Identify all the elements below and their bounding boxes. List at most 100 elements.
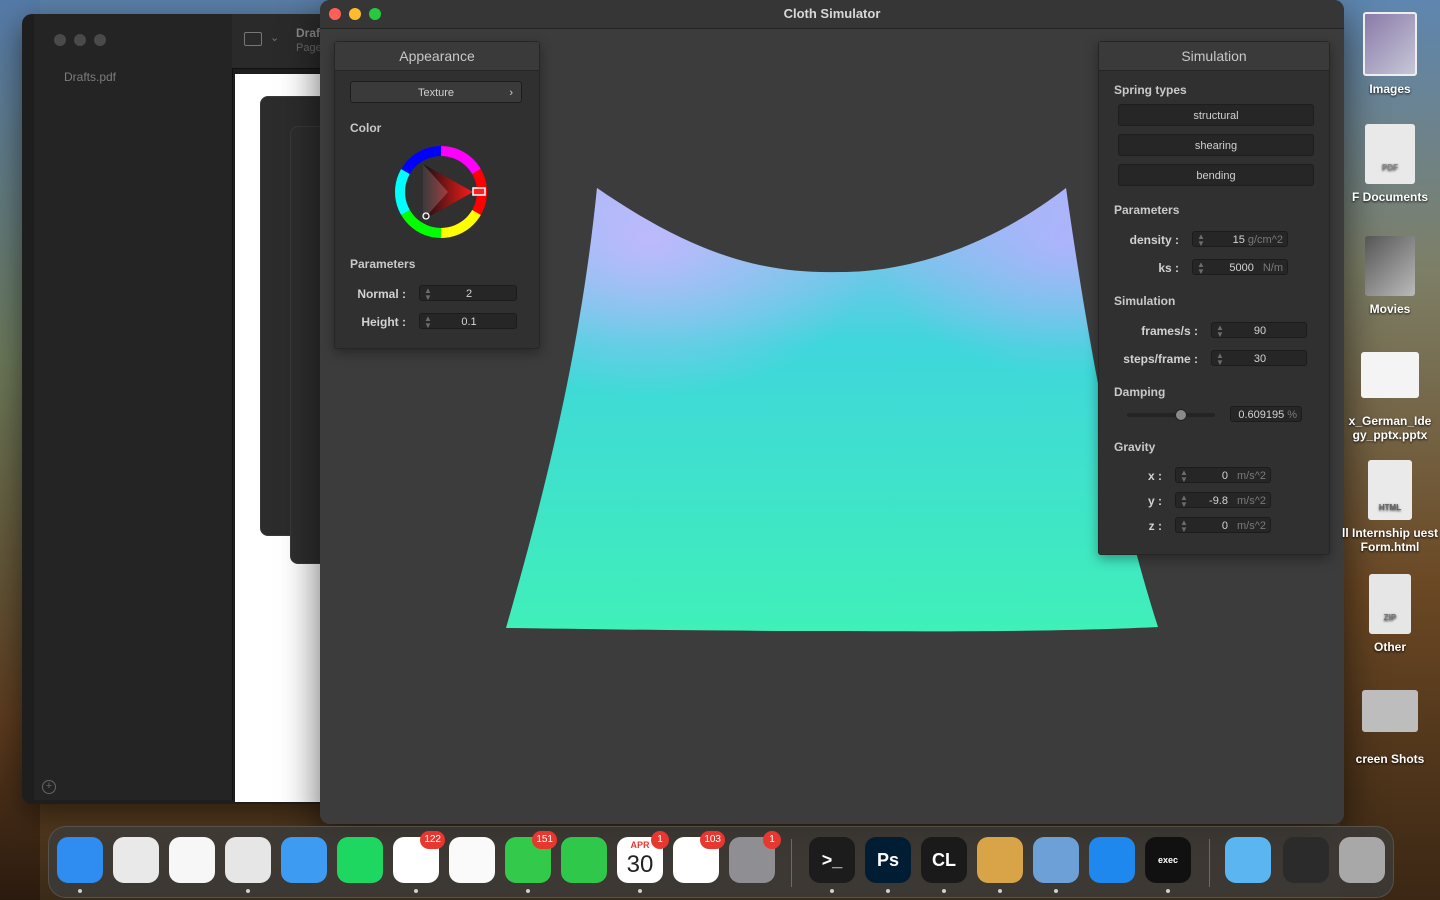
- photoshop-icon[interactable]: Ps: [865, 837, 911, 893]
- stepper-icon[interactable]: ▲ ▼: [1197, 233, 1205, 248]
- folder-icon[interactable]: [1225, 837, 1271, 883]
- steps-per-frame-label: steps/frame :: [1123, 352, 1198, 366]
- normal-label: Normal :: [357, 287, 406, 301]
- ks-value: 5000: [1229, 262, 1254, 274]
- exec-icon[interactable]: exec: [1145, 837, 1191, 893]
- add-icon[interactable]: +: [42, 780, 56, 794]
- color-wheel[interactable]: [393, 144, 489, 240]
- title-bar[interactable]: Cloth Simulator: [320, 0, 1344, 29]
- gravity-y-input[interactable]: ▲ ▼ -9.8 m/s^2: [1175, 492, 1271, 509]
- spring-bending-button[interactable]: bending: [1118, 164, 1314, 186]
- stepper-icon[interactable]: ▲ ▼: [1180, 494, 1188, 509]
- height-value: 0.1: [461, 316, 477, 328]
- density-label: density :: [1129, 233, 1179, 247]
- appearance-parameters-label: Parameters: [350, 257, 416, 271]
- render-viewport[interactable]: Appearance Texture › Color Parameters No…: [320, 29, 1344, 824]
- damping-slider-track[interactable]: [1127, 413, 1215, 417]
- stepper-icon[interactable]: ▲ ▼: [1180, 519, 1188, 534]
- spring-structural-button[interactable]: structural: [1118, 104, 1314, 126]
- freeform-icon[interactable]: [169, 837, 215, 883]
- slack-icon[interactable]: 122: [393, 831, 445, 893]
- desktop-icon-label: Movies: [1369, 302, 1411, 316]
- desktop-icon-pptx[interactable]: x_German_Ide gy_pptx.pptx: [1340, 352, 1440, 442]
- dock-separator: [791, 839, 792, 887]
- launchpad-icon[interactable]: [113, 837, 159, 883]
- running-indicator: [1054, 889, 1058, 893]
- frames-per-second-label: frames/s :: [1141, 324, 1198, 338]
- desktop-icon-screenshots[interactable]: creen Shots: [1340, 690, 1440, 766]
- finder-icon[interactable]: [57, 837, 103, 893]
- frames-per-second-value: 90: [1253, 325, 1267, 337]
- simulation-section-label: Simulation: [1114, 294, 1176, 308]
- ks-input[interactable]: ▲ ▼ 5000 N/m: [1192, 259, 1288, 276]
- frames-per-second-input[interactable]: ▲ ▼ 90: [1211, 322, 1307, 339]
- safari-icon[interactable]: [1089, 837, 1135, 883]
- cyberduck-icon[interactable]: [977, 837, 1023, 893]
- clion-icon[interactable]: CL: [921, 837, 967, 893]
- desktop-icon-label: x_German_Ide gy_pptx.pptx: [1348, 414, 1432, 442]
- reminders-icon[interactable]: 103: [673, 831, 725, 883]
- mail-icon[interactable]: [281, 837, 327, 883]
- running-indicator: [886, 889, 890, 893]
- desktop-icon-html[interactable]: HTML ll Internship uest Form.html: [1340, 460, 1440, 554]
- calendar-icon[interactable]: APR 30 1: [617, 831, 669, 893]
- gravity-x-input[interactable]: ▲ ▼ 0 m/s^2: [1175, 467, 1271, 484]
- movie-stack-icon: [1365, 236, 1415, 296]
- spring-shearing-button[interactable]: shearing: [1118, 134, 1314, 156]
- trash-icon[interactable]: [1339, 837, 1385, 883]
- running-indicator: [414, 889, 418, 893]
- clion-glyph: CL: [932, 850, 956, 870]
- background-file-name[interactable]: Drafts.pdf: [64, 70, 116, 84]
- photoshop-glyph: Ps: [876, 850, 900, 870]
- desktop-icon-label: ll Internship uest Form.html: [1341, 526, 1438, 554]
- normal-input[interactable]: ▲ ▼ 2: [419, 285, 517, 302]
- damping-slider-handle[interactable]: [1175, 409, 1187, 421]
- stepper-icon[interactable]: ▲ ▼: [1180, 469, 1188, 484]
- running-indicator: [638, 889, 642, 893]
- chevron-down-icon[interactable]: ⌄: [270, 31, 279, 44]
- steps-per-frame-input[interactable]: ▲ ▼ 30: [1211, 350, 1307, 367]
- sidebar-toggle-icon[interactable]: [244, 32, 262, 46]
- running-indicator: [830, 889, 834, 893]
- preview-icon[interactable]: [1033, 837, 1079, 893]
- background-sidebar: [34, 14, 233, 800]
- stack-icon: [1363, 12, 1417, 76]
- background-preview-window[interactable]: Drafts.pdf ⌄ Draf Page +: [22, 14, 342, 804]
- background-title: Draf: [296, 26, 321, 40]
- density-unit: g/cm^2: [1247, 234, 1283, 246]
- screenshot-icon[interactable]: [1283, 837, 1329, 883]
- html-file-icon: HTML: [1368, 460, 1412, 520]
- gravity-x-unit: m/s^2: [1237, 470, 1266, 482]
- height-input[interactable]: ▲ ▼ 0.1: [419, 313, 517, 330]
- gravity-x-value: 0: [1221, 470, 1228, 482]
- hue-handle[interactable]: [472, 187, 486, 196]
- density-input[interactable]: ▲ ▼ 15 g/cm^2: [1192, 231, 1288, 248]
- exec-glyph: exec: [1157, 855, 1179, 865]
- stepper-icon[interactable]: ▲ ▼: [1197, 261, 1205, 276]
- simulation-header: Simulation: [1099, 42, 1329, 71]
- messages-icon[interactable]: 151: [505, 831, 557, 893]
- damping-input[interactable]: 0.609195%: [1230, 406, 1302, 422]
- ks-label: ks :: [1158, 261, 1179, 275]
- desktop-icon-other[interactable]: ZIP Other: [1340, 574, 1440, 654]
- desktop-icon-movies[interactable]: Movies: [1340, 236, 1440, 316]
- spotify-icon[interactable]: [337, 837, 383, 883]
- simulation-parameters-label: Parameters: [1114, 203, 1180, 217]
- pdf-stack-icon: PDF: [1365, 124, 1415, 184]
- appearance-panel: Appearance Texture › Color Parameters No…: [334, 41, 540, 349]
- terminal-icon[interactable]: >_: [809, 837, 855, 893]
- terminal-glyph: >_: [821, 850, 843, 870]
- texture-button[interactable]: Texture ›: [350, 81, 522, 103]
- chrome-icon[interactable]: [225, 837, 271, 893]
- gravity-z-input[interactable]: ▲ ▼ 0 m/s^2: [1175, 517, 1271, 534]
- facetime-icon[interactable]: [561, 837, 607, 883]
- cloth-simulator-window: Cloth Simulator Appearance Texture › Col…: [320, 0, 1344, 824]
- desktop-icon-documents[interactable]: PDF F Documents: [1340, 124, 1440, 204]
- desktop-icon-images[interactable]: Images: [1340, 12, 1440, 96]
- running-indicator: [998, 889, 1002, 893]
- notification-badge: 151: [532, 831, 557, 849]
- photos-icon[interactable]: [449, 837, 495, 883]
- dock-separator: [1209, 839, 1210, 887]
- system-settings-icon[interactable]: 1: [729, 831, 781, 883]
- notification-badge: 103: [700, 831, 725, 849]
